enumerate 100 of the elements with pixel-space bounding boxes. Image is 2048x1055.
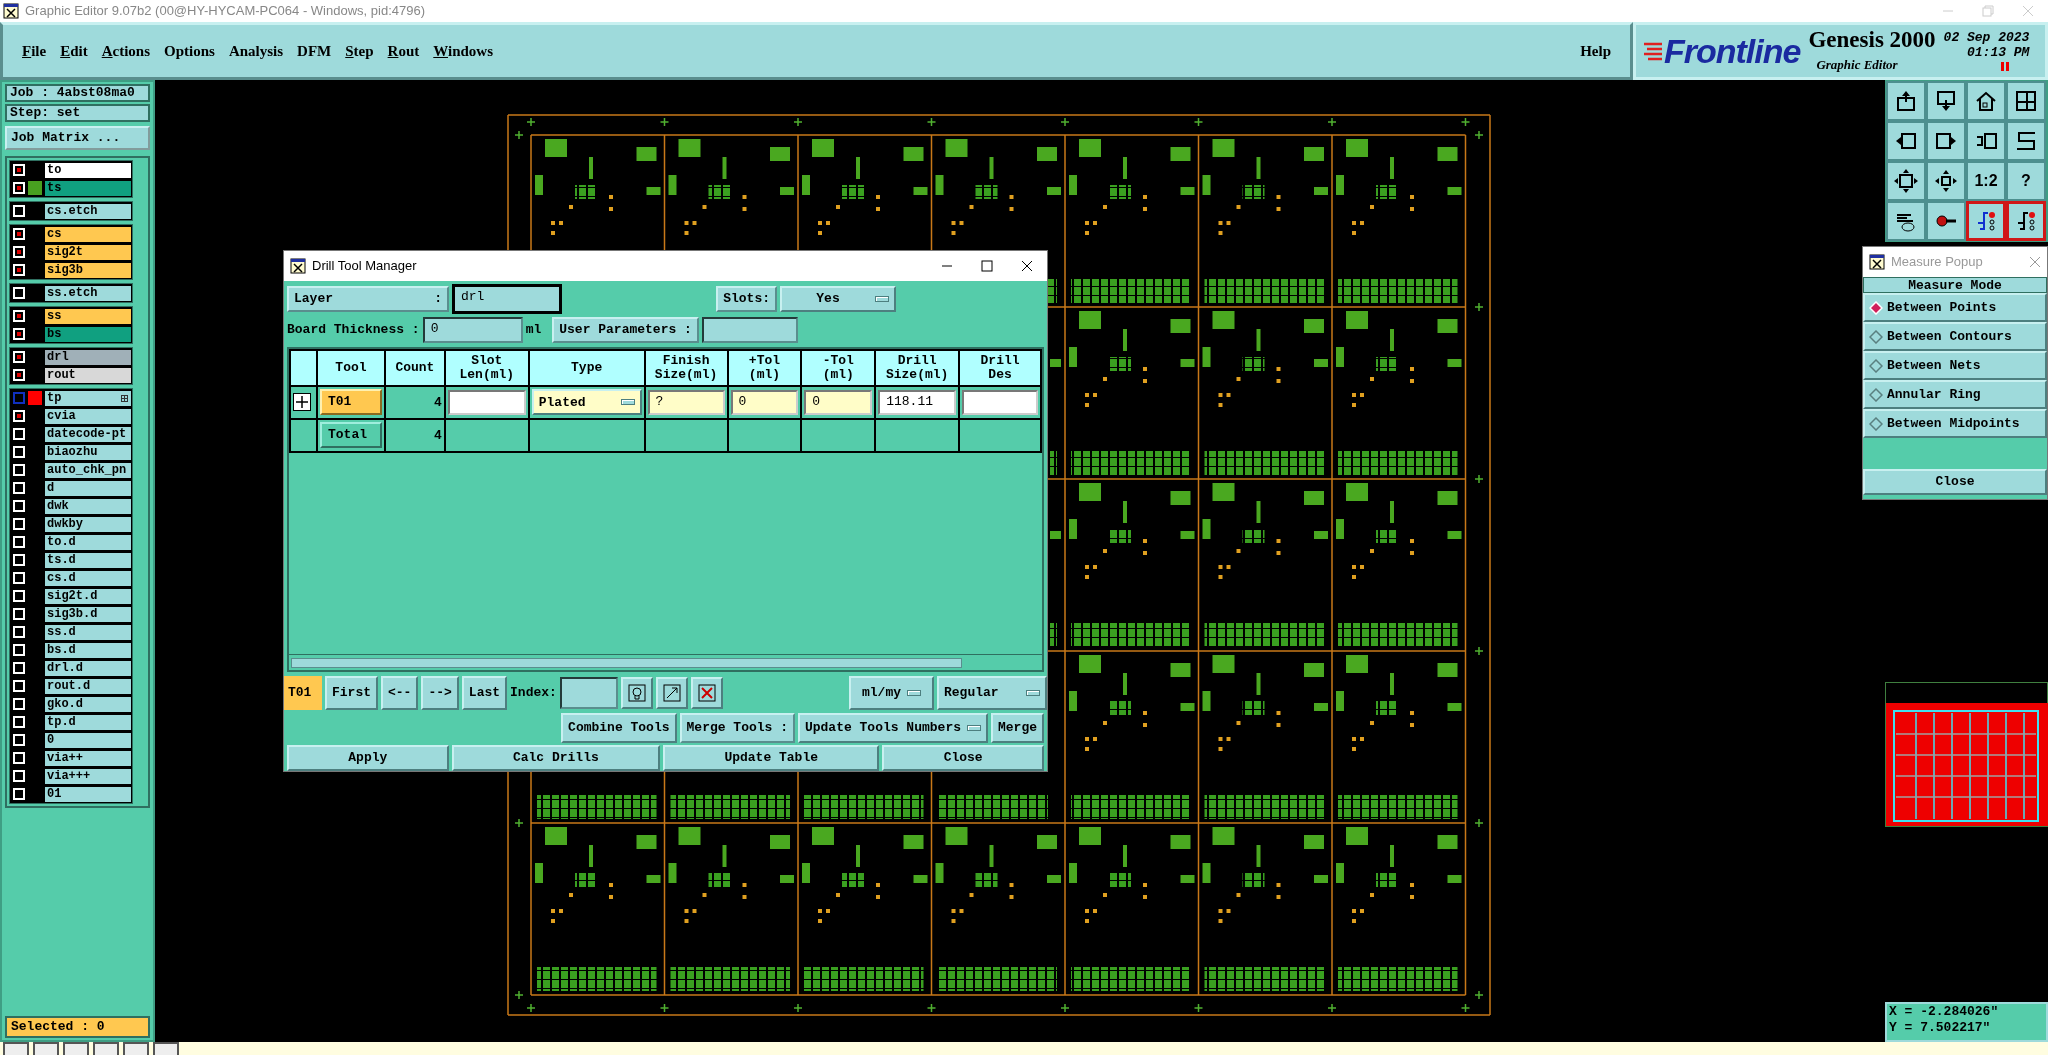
toolbar-button[interactable] (1886, 161, 1926, 201)
nav-button[interactable]: <-- (381, 676, 419, 710)
layer-item[interactable]: rout (45, 367, 131, 383)
icon-button[interactable] (620, 677, 653, 709)
measure-option[interactable]: Between Nets (1863, 351, 2047, 380)
layer-item[interactable]: sig2t (45, 244, 131, 260)
units-dropdown[interactable]: ml/my (849, 676, 934, 710)
layer-item[interactable]: 0 (45, 732, 131, 748)
toolbar-button[interactable]: 1:2 (1966, 161, 2006, 201)
layer-item[interactable]: 01 (45, 786, 131, 802)
measure-option[interactable]: Between Contours (1863, 322, 2047, 351)
menu-item[interactable]: Help (1573, 37, 1618, 65)
menu-item[interactable]: Step (338, 37, 381, 65)
layer-item[interactable]: to (45, 162, 131, 178)
layer-item[interactable]: d (45, 480, 131, 496)
toolbar-button[interactable] (1926, 161, 1966, 201)
layer-item[interactable]: tp.d (45, 714, 131, 730)
layer-item[interactable]: ss.d (45, 624, 131, 640)
measure-option[interactable]: Between Points (1863, 293, 2047, 322)
action-button[interactable]: Update Table (663, 745, 880, 771)
toolbar-button[interactable] (1926, 201, 1966, 241)
menu-item[interactable]: File (15, 37, 54, 65)
action-button[interactable]: Apply (287, 745, 449, 771)
layer-item[interactable]: cs.d (45, 570, 131, 586)
combine-tools-button[interactable]: Combine Tools (561, 713, 677, 743)
expand-icon[interactable] (293, 393, 311, 412)
layer-item[interactable]: rout.d (45, 678, 131, 694)
close-icon[interactable] (1021, 259, 1033, 272)
merge-button[interactable]: Merge (991, 713, 1044, 743)
layer-item[interactable]: gko.d (45, 696, 131, 712)
board-thickness-field[interactable]: 0 (422, 316, 523, 343)
slots-dropdown[interactable]: Yes (780, 285, 896, 312)
layer-item[interactable]: bs (45, 326, 131, 342)
index-field[interactable] (559, 677, 618, 709)
menu-item[interactable]: DFM (290, 37, 339, 65)
toolbar-button[interactable]: ? (2006, 161, 2046, 201)
toolbar-button[interactable] (1966, 201, 2006, 241)
menu-item[interactable]: Actions (94, 37, 158, 65)
icon-button[interactable] (655, 677, 688, 709)
type-dropdown[interactable]: Plated (531, 389, 642, 416)
layer-item[interactable]: ts.d (45, 552, 131, 568)
layer-field[interactable]: drl (452, 283, 562, 314)
nav-button[interactable]: Last (461, 676, 508, 710)
toolbar-button[interactable] (1926, 121, 1966, 161)
drill-designation-field[interactable] (962, 389, 1038, 415)
layer-item[interactable]: via+++ (45, 768, 131, 784)
action-button[interactable]: Calc Drills (451, 745, 661, 771)
layer-item[interactable]: sig2t.d (45, 588, 131, 604)
job-matrix-button[interactable]: Job Matrix ... (5, 126, 150, 150)
toolbar-button[interactable] (1886, 81, 1926, 121)
layer-item[interactable]: via++ (45, 750, 131, 766)
merge-option-dropdown[interactable]: Update Tools Numbers (797, 713, 988, 743)
menu-item[interactable]: Edit (53, 37, 95, 65)
toolbar-button[interactable] (2006, 81, 2046, 121)
layer-item[interactable]: dwkby (45, 516, 131, 532)
close-button[interactable]: Close (1863, 469, 2047, 495)
layer-item[interactable]: tp (45, 390, 131, 406)
layer-item[interactable]: cs.etch (45, 203, 131, 219)
toolbar-button[interactable] (2006, 201, 2046, 241)
layer-checkbox[interactable] (13, 392, 25, 404)
nav-button[interactable]: First (325, 676, 378, 710)
layer-item[interactable]: drl (45, 349, 131, 365)
menu-item[interactable]: Analysis (221, 37, 291, 65)
plus-tolerance-field[interactable]: 0 (730, 389, 799, 415)
menu-item[interactable]: Windows (426, 37, 501, 65)
layer-item[interactable]: ts (45, 180, 131, 196)
measure-option[interactable]: Annular Ring (1863, 380, 2047, 409)
maximize-icon[interactable] (981, 259, 993, 272)
layer-item[interactable]: datecode-pt (45, 426, 131, 442)
layer-item[interactable]: sig3b (45, 262, 131, 278)
toolbar-button[interactable] (1926, 81, 1966, 121)
menu-item[interactable]: Rout (380, 37, 427, 65)
layer-item[interactable]: sig3b.d (45, 606, 131, 622)
toolbar-button[interactable] (1966, 81, 2006, 121)
drill-size-field[interactable]: 118.11 (878, 389, 957, 415)
layer-item[interactable]: ss (45, 308, 131, 324)
toolbar-button[interactable] (1886, 201, 1926, 241)
action-button[interactable]: Close (882, 745, 1044, 771)
toolbar-button[interactable] (1966, 121, 2006, 161)
minus-tolerance-field[interactable]: 0 (804, 389, 873, 415)
toolbar-button[interactable] (2006, 121, 2046, 161)
layer-item[interactable]: to.d (45, 534, 131, 550)
layer-item[interactable]: biaozhu (45, 444, 131, 460)
layer-item[interactable]: auto_chk_pn (45, 462, 131, 478)
toolbar-button[interactable] (1886, 121, 1926, 161)
layer-item[interactable]: cs (45, 226, 131, 242)
mode-dropdown[interactable]: Regular (937, 676, 1047, 710)
measure-option[interactable]: Between Midpoints (1863, 409, 2047, 438)
horizontal-scrollbar[interactable] (289, 654, 1042, 670)
icon-button[interactable] (690, 677, 723, 709)
tool-button[interactable]: T01 (320, 389, 382, 416)
layer-item[interactable]: ss.etch (45, 285, 131, 301)
layer-item[interactable]: bs.d (45, 642, 131, 658)
layer-item[interactable]: dwk (45, 498, 131, 514)
slot-length-field[interactable] (447, 389, 526, 415)
layer-item[interactable]: cvia (45, 408, 131, 424)
nav-button[interactable]: --> (421, 676, 459, 710)
user-parameters-field[interactable] (701, 316, 798, 343)
tool-button[interactable]: Total (320, 422, 382, 449)
layer-item[interactable]: drl.d (45, 660, 131, 676)
